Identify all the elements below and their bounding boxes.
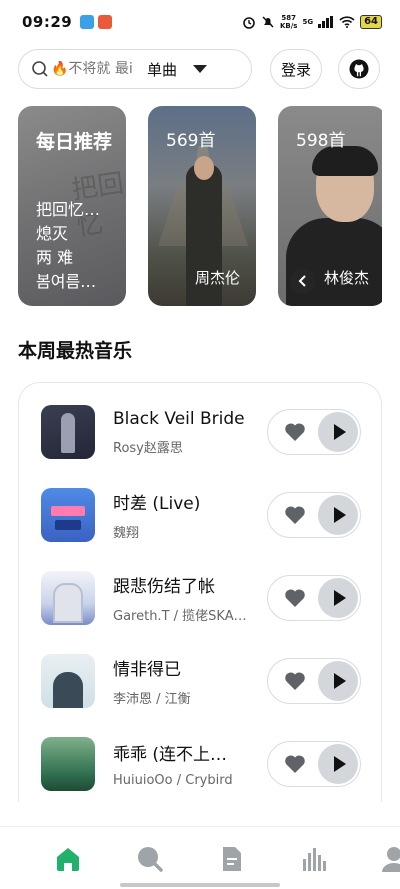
mute-icon (262, 16, 274, 28)
album-cover (41, 488, 95, 542)
song-title: 时差 (Live) (113, 494, 201, 514)
search-input[interactable] (51, 61, 133, 77)
daily-recommend-card[interactable]: 把回忆 每日推荐 把回忆… 熄灭 两 难 봄여름… (18, 106, 126, 306)
song-controls (267, 658, 361, 704)
song-title: 跟悲伤结了帐 (113, 577, 215, 597)
user-icon[interactable] (382, 845, 400, 873)
song-controls (267, 492, 361, 538)
song-title: Black Veil Bride (113, 408, 245, 429)
chevron-down-icon[interactable] (193, 65, 208, 73)
song-controls (267, 741, 361, 787)
home-indicator (120, 883, 280, 887)
album-cover (41, 571, 95, 625)
album-cover (41, 405, 95, 459)
daily-song-line: 把回忆… (36, 200, 101, 219)
alarm-icon (243, 17, 255, 29)
song-row[interactable]: 跟悲伤结了帐 Gareth.T / 揽佬SKA… (41, 571, 361, 625)
search-icon (32, 61, 48, 77)
search-box[interactable]: 单曲 (18, 49, 252, 89)
song-artist: 李沛恩 / 江衡 (113, 692, 191, 707)
song-artist: 魏翔 (113, 526, 140, 541)
heart-icon[interactable] (284, 422, 306, 442)
bottom-nav (0, 826, 400, 889)
chevron-left-icon (298, 275, 306, 287)
song-artist: Rosy赵露思 (113, 440, 183, 456)
heart-icon[interactable] (284, 754, 306, 774)
play-button[interactable] (318, 412, 358, 452)
battery-indicator: 64 (360, 15, 382, 29)
playlist-icon[interactable] (218, 845, 246, 873)
play-button[interactable] (318, 661, 358, 701)
heart-icon[interactable] (284, 505, 306, 525)
play-icon (333, 673, 346, 689)
artist-card-jj[interactable]: 598首 林俊杰 (278, 106, 382, 306)
song-title: 乖乖 (连不上… (113, 745, 228, 765)
net-speed: 587 KB/s (279, 14, 298, 30)
song-row[interactable]: Black Veil Bride Rosy赵露思 (41, 405, 361, 459)
network-type: 5G (302, 18, 314, 26)
play-icon (333, 424, 346, 440)
hot-songs-list: Black Veil Bride Rosy赵露思 时差 (Live) 魏翔 跟悲… (18, 382, 382, 802)
github-button[interactable] (338, 49, 380, 89)
search-row: 单曲 登录 (18, 48, 382, 90)
song-row[interactable]: 情非得已 李沛恩 / 江衡 (41, 654, 361, 708)
song-title: 情非得已 (113, 660, 181, 680)
artist-name: 周杰伦 (194, 269, 240, 287)
search-type-select[interactable]: 单曲 (147, 59, 177, 80)
artist-name: 林俊杰 (324, 269, 370, 287)
app-notification-icon (80, 15, 95, 29)
daily-song-list: 把回忆… 熄灭 两 难 봄여름… (36, 198, 120, 294)
signal-icon (318, 16, 334, 28)
artist-photo (194, 156, 214, 180)
song-artist: HuiuioOo / Crybird (113, 773, 233, 788)
heart-icon[interactable] (284, 671, 306, 691)
song-row[interactable]: 时差 (Live) 魏翔 (41, 488, 361, 542)
carousel-back-button[interactable] (290, 268, 316, 294)
play-icon (333, 507, 346, 523)
login-button[interactable]: 登录 (270, 49, 322, 89)
wifi-icon (339, 16, 355, 28)
heart-icon[interactable] (284, 588, 306, 608)
card-title: 每日推荐 (36, 131, 113, 153)
daily-song-line: 봄여름… (36, 272, 97, 291)
daily-song-line: 两 难 (36, 248, 74, 267)
featured-carousel[interactable]: 把回忆 每日推荐 把回忆… 熄灭 两 难 봄여름… 569首 周杰伦 598首 … (18, 106, 382, 306)
song-row[interactable]: 乖乖 (连不上… HuiuioOo / Crybird (41, 737, 361, 791)
song-controls (267, 575, 361, 621)
play-icon (333, 756, 346, 772)
album-cover (41, 654, 95, 708)
github-icon (349, 59, 369, 79)
chart-icon[interactable] (300, 845, 328, 873)
artist-card-jay[interactable]: 569首 周杰伦 (148, 106, 256, 306)
song-artist: Gareth.T / 揽佬SKA… (113, 609, 247, 624)
home-icon[interactable] (54, 845, 82, 873)
play-button[interactable] (318, 578, 358, 618)
daily-song-line: 熄灭 (36, 224, 69, 243)
status-time: 09:29 (22, 13, 73, 31)
play-icon (333, 590, 346, 606)
play-button[interactable] (318, 744, 358, 784)
section-title: 本周最热音乐 (18, 340, 133, 362)
song-controls (267, 409, 361, 455)
album-cover (41, 737, 95, 791)
status-right: 587 KB/s 5G 64 (242, 14, 382, 30)
song-count: 598首 (296, 131, 346, 151)
app-notification-icon (98, 15, 113, 29)
notification-icons (80, 15, 113, 29)
search-icon[interactable] (136, 845, 164, 873)
status-bar: 09:29 587 KB/s 5G 64 (0, 0, 400, 44)
song-count: 569首 (166, 131, 216, 151)
play-button[interactable] (318, 495, 358, 535)
